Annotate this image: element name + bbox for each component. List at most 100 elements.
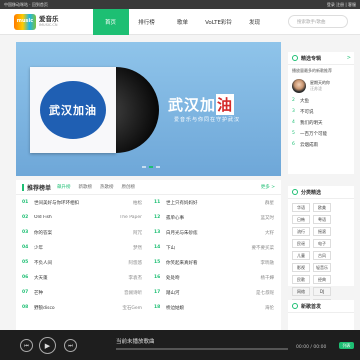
featured-row-text[interactable]: 云烟成雨 bbox=[300, 142, 318, 148]
category-tag[interactable]: 影视 bbox=[292, 263, 310, 272]
song-row[interactable]: 06 大天蓬 李袁杰 bbox=[22, 270, 142, 285]
nav-playlists[interactable]: 歌单 bbox=[165, 9, 201, 35]
category-tag[interactable]: 儿童 bbox=[292, 251, 310, 260]
song-row[interactable]: 03 你的答案 阿冗 bbox=[22, 225, 142, 240]
featured-row[interactable]: 5 一百万个可能 bbox=[288, 128, 354, 139]
song-row[interactable]: 02 Old Fish The Paper bbox=[22, 210, 142, 225]
nav-charts[interactable]: 排行榜 bbox=[129, 9, 165, 35]
category-tag[interactable]: DJ bbox=[313, 287, 331, 296]
song-row[interactable]: 07 芒种 音阙诗听 bbox=[22, 285, 142, 300]
song-row[interactable]: 12 孤单心事 蓝又时 bbox=[154, 210, 274, 225]
song-title[interactable]: 少年 bbox=[34, 245, 106, 251]
song-title[interactable]: 世上只有妈妈好 bbox=[166, 200, 238, 206]
featured-row-text[interactable]: 大鱼 bbox=[300, 98, 309, 104]
artist-name[interactable]: 杨千嬅 bbox=[238, 275, 275, 281]
song-row[interactable]: 05 不负人间 阿悠悠 bbox=[22, 255, 142, 270]
nav-home[interactable]: 首页 bbox=[92, 8, 129, 35]
artist-name[interactable]: 阿悠悠 bbox=[106, 260, 143, 266]
song-row[interactable]: 13 白月光与朱砂痣 大籽 bbox=[154, 225, 274, 240]
featured-more-link[interactable]: > bbox=[347, 55, 351, 61]
category-tag[interactable]: 摇滚 bbox=[313, 227, 331, 236]
next-icon[interactable]: ⏭ bbox=[64, 339, 77, 352]
search-input[interactable]: 搜索歌手/歌曲 bbox=[288, 15, 348, 28]
song-title[interactable]: 世间美好与你环环相扣 bbox=[34, 200, 106, 206]
song-title[interactable]: 孤单心事 bbox=[166, 215, 238, 221]
category-tag[interactable]: 轻音乐 bbox=[313, 263, 331, 272]
song-row[interactable]: 11 世上只有妈妈好 群星 bbox=[154, 195, 274, 210]
featured-row-text[interactable]: 不可说 bbox=[300, 109, 314, 115]
carousel-dot[interactable] bbox=[156, 166, 160, 168]
carousel-dot[interactable] bbox=[149, 166, 153, 168]
tab-original[interactable]: 原创榜 bbox=[122, 184, 136, 190]
song-title[interactable]: 踏山河 bbox=[166, 290, 238, 296]
song-title[interactable]: 你笑起来真好看 bbox=[166, 260, 238, 266]
song-title[interactable]: 野狼disco bbox=[34, 305, 106, 311]
song-title[interactable]: Old Fish bbox=[34, 215, 106, 220]
category-tag[interactable]: 民谣 bbox=[292, 239, 310, 248]
artist-name[interactable]: 要不要买菜 bbox=[238, 245, 275, 251]
song-title[interactable]: 大天蓬 bbox=[34, 275, 106, 281]
artist-name[interactable]: 海伦 bbox=[238, 305, 274, 311]
featured-row[interactable]: 3 不可说 bbox=[288, 106, 354, 117]
category-tag[interactable]: 流行 bbox=[292, 227, 310, 236]
artist-name[interactable]: 音阙诗听 bbox=[106, 290, 142, 296]
song-row[interactable]: 08 野狼disco 宝石Gem bbox=[22, 300, 142, 315]
category-tag[interactable]: 经典 bbox=[313, 275, 331, 284]
featured-row[interactable]: 6 云烟成雨 bbox=[288, 139, 354, 150]
top-strip-left[interactable]: 中国移动咪咕 · 回到首页 bbox=[4, 2, 48, 8]
category-tag[interactable]: 电子 bbox=[313, 239, 331, 248]
category-tag[interactable]: 华语 bbox=[292, 203, 310, 212]
song-title[interactable]: 桥边姑娘 bbox=[166, 305, 238, 311]
category-tag[interactable]: 欧美 bbox=[313, 203, 331, 212]
artist-name[interactable]: 大籽 bbox=[238, 230, 274, 236]
song-title[interactable]: 芒种 bbox=[34, 290, 106, 296]
progress-bar[interactable] bbox=[116, 348, 288, 350]
site-logo[interactable]: music 爱音乐 IMUSIC.CN bbox=[14, 13, 59, 30]
featured-artist[interactable]: 汪苏泷 bbox=[310, 86, 330, 92]
nav-volte[interactable]: VoLTE彩铃 bbox=[201, 9, 237, 35]
song-title[interactable]: 下山 bbox=[166, 245, 238, 251]
song-row[interactable]: 04 少年 梦然 bbox=[22, 240, 142, 255]
song-title[interactable]: 白月光与朱砂痣 bbox=[166, 230, 238, 236]
carousel-dot[interactable] bbox=[142, 166, 146, 168]
artist-name[interactable]: 柏松 bbox=[106, 200, 142, 206]
artist-name[interactable]: 梦然 bbox=[106, 245, 142, 251]
tab-hot[interactable]: 热歌榜 bbox=[100, 184, 114, 190]
chart-more-link[interactable]: 更多 > bbox=[261, 184, 275, 190]
artist-avatar[interactable] bbox=[292, 79, 306, 93]
song-row[interactable]: 16 处处吻 杨千嬅 bbox=[154, 270, 274, 285]
play-icon[interactable]: ▶ bbox=[39, 337, 56, 354]
hero-banner[interactable]: 武汉加油 武汉加油 爱音乐与你同在守护武汉 bbox=[16, 42, 281, 176]
artist-name[interactable]: 阿冗 bbox=[106, 230, 142, 236]
featured-row[interactable]: 2 大鱼 bbox=[288, 95, 354, 106]
category-tag[interactable]: 网络 bbox=[292, 287, 310, 296]
artist-name[interactable]: 是七叔呢 bbox=[238, 290, 274, 296]
category-tag[interactable]: 粤语 bbox=[313, 215, 331, 224]
song-title[interactable]: 不负人间 bbox=[34, 260, 106, 266]
song-row[interactable]: 18 桥边姑娘 海伦 bbox=[154, 300, 274, 315]
featured-first-item[interactable]: 播放量最多的新歌推荐 bbox=[288, 65, 354, 77]
featured-row-text[interactable]: 我们的明天 bbox=[300, 120, 323, 126]
song-title[interactable]: 你的答案 bbox=[34, 230, 106, 236]
artist-name[interactable]: 李袁杰 bbox=[106, 275, 143, 281]
category-tag[interactable]: 古风 bbox=[313, 251, 331, 260]
previous-icon[interactable]: ⏮ bbox=[20, 339, 33, 352]
featured-card[interactable]: 星期天的你 汪苏泷 bbox=[288, 77, 354, 95]
artist-name[interactable]: 群星 bbox=[238, 200, 274, 206]
tab-new[interactable]: 新歌榜 bbox=[79, 184, 93, 190]
artist-name[interactable]: The Paper bbox=[106, 215, 142, 220]
featured-row-text[interactable]: 一百万个可能 bbox=[300, 131, 327, 137]
song-row[interactable]: 01 世间美好与你环环相扣 柏松 bbox=[22, 195, 142, 210]
artist-name[interactable]: 蓝又时 bbox=[238, 215, 275, 221]
artist-name[interactable]: 宝石Gem bbox=[106, 305, 142, 311]
category-tag[interactable]: 日韩 bbox=[292, 215, 310, 224]
song-title[interactable]: 处处吻 bbox=[166, 275, 238, 281]
nav-discover[interactable]: 发现 bbox=[237, 9, 273, 35]
song-row[interactable]: 15 你笑起来真好看 李昕融 bbox=[154, 255, 274, 270]
tab-soaring[interactable]: 飙升榜 bbox=[57, 184, 71, 190]
featured-row[interactable]: 4 我们的明天 bbox=[288, 117, 354, 128]
song-row[interactable]: 17 踏山河 是七叔呢 bbox=[154, 285, 274, 300]
category-tag[interactable]: 民歌 bbox=[292, 275, 310, 284]
top-strip-right[interactable]: 登录 注册 | 客服 bbox=[327, 2, 356, 8]
artist-name[interactable]: 李昕融 bbox=[238, 260, 275, 266]
